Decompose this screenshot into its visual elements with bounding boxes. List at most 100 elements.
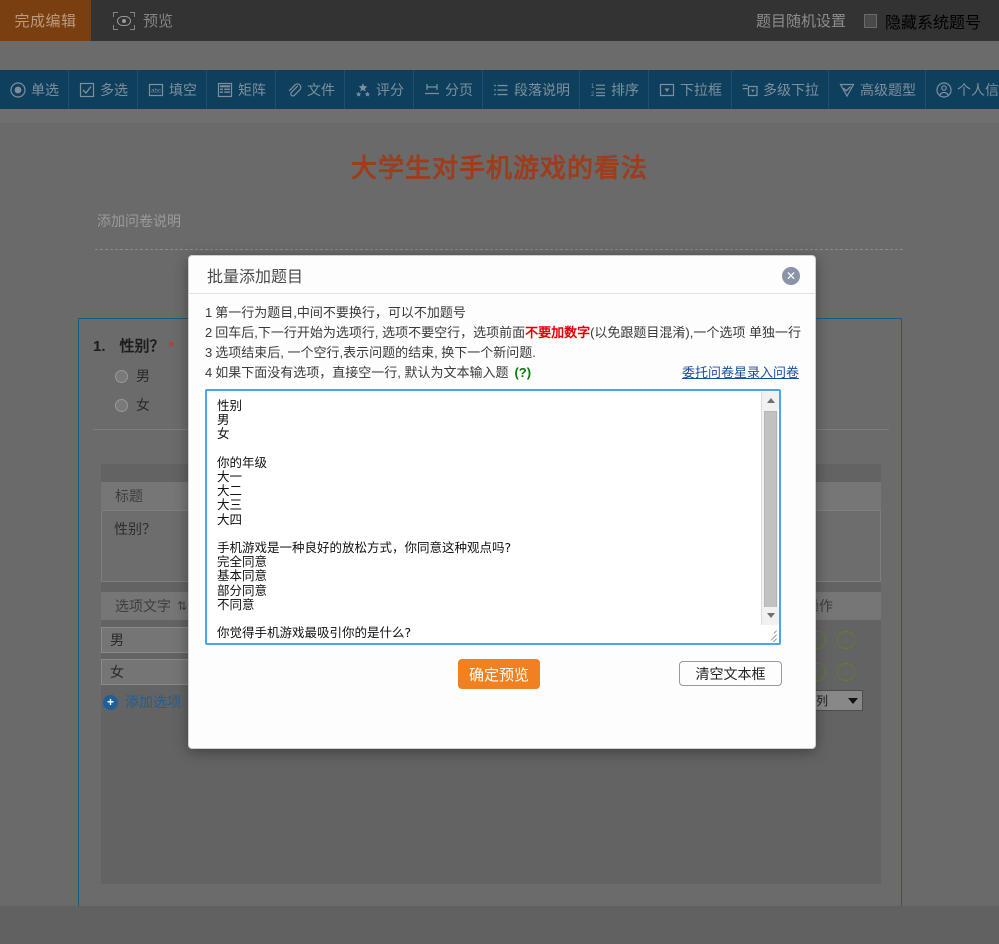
tool-dropdown[interactable]: 下拉框 xyxy=(649,70,732,109)
eye-icon xyxy=(113,11,135,30)
tool-label: 多选 xyxy=(100,81,128,98)
resize-handle[interactable] xyxy=(761,625,778,642)
tool-single-choice[interactable]: 单选 xyxy=(0,70,69,109)
row-actions: ↑ ↓ xyxy=(808,631,881,649)
tool-label: 下拉框 xyxy=(680,81,722,98)
tool-advanced-type[interactable]: 高级题型 xyxy=(829,70,926,109)
svg-text:2: 2 xyxy=(591,92,595,98)
tool-page-break[interactable]: 分页 xyxy=(414,70,483,109)
add-option-label: 添加选项 xyxy=(125,694,181,710)
option-text-column-label: 选项文字 ⇅ xyxy=(115,598,187,614)
abc-blank-icon: abc xyxy=(147,81,164,98)
bottom-strip xyxy=(0,906,999,944)
question-type-toolbar: 单选 多选 abc 填空 矩阵 文件 评分 分页 段落说明 1 2 排序 下拉框… xyxy=(0,70,999,109)
tool-multi-choice[interactable]: 多选 xyxy=(69,70,138,109)
option-label: 男 xyxy=(136,368,150,384)
close-icon[interactable]: ✕ xyxy=(782,267,800,285)
plus-icon: + xyxy=(103,694,118,710)
tool-label: 矩阵 xyxy=(238,81,266,98)
tool-label: 文件 xyxy=(307,81,335,98)
rule-warning-text: 不要加数字 xyxy=(525,325,591,340)
rule-number: 1 xyxy=(205,305,213,320)
question-option[interactable]: 男 xyxy=(115,366,150,386)
textarea-scrollbar[interactable] xyxy=(761,392,779,642)
tool-label: 分页 xyxy=(445,81,473,98)
tool-paragraph[interactable]: 段落说明 xyxy=(483,70,580,109)
rule-text: 选项结束后, 一个空行,表示问题的结束, 换下一个新问题. xyxy=(215,345,536,360)
tool-label: 填空 xyxy=(169,81,197,98)
confirm-preview-button[interactable]: 确定预览 xyxy=(458,659,540,689)
toolbar-bottom-strip xyxy=(0,109,999,123)
dialog-body: 1 第一行为题目,中间不要换行，可以不加题号 2 回车后,下一行开始为选项行, 选项… xyxy=(189,294,815,645)
question-number: 1. xyxy=(93,338,106,355)
tool-file[interactable]: 文件 xyxy=(276,70,345,109)
question-header: 1. 性别？ * xyxy=(93,335,174,356)
tool-fill-blank[interactable]: abc 填空 xyxy=(138,70,207,109)
divider xyxy=(95,249,903,250)
finish-edit-button[interactable]: 完成编辑 xyxy=(0,0,91,41)
rule-text: 回车后,下一行开始为选项行, 选项不要空行，选项前面 xyxy=(215,325,526,340)
tool-cascading-dropdown[interactable]: 多级下拉 xyxy=(732,70,829,109)
rule-line: 4 如果下面没有选项，直接空一行, 默认为文本输入题 (?) 委托问卷星录入问卷 xyxy=(205,363,799,383)
hide-system-number-label: 隐藏系统题号 xyxy=(884,14,981,32)
scroll-down-icon[interactable] xyxy=(762,607,779,624)
batch-questions-textarea[interactable]: 性别 男 女 你的年级 大一 大二 大三 大四 手机游戏是一种良好的放松方式，你… xyxy=(205,389,781,645)
question-option[interactable]: 女 xyxy=(115,395,150,415)
tool-label: 段落说明 xyxy=(514,81,570,98)
clear-textarea-button[interactable]: 清空文本框 xyxy=(679,661,782,686)
rule-text: 如果下面没有选项，直接空一行, 默认为文本输入题 xyxy=(215,365,509,380)
rule-line: 3 选项结束后, 一个空行,表示问题的结束, 换下一个新问题. xyxy=(205,343,799,363)
tool-label: 高级题型 xyxy=(860,81,916,98)
add-option-button[interactable]: + 添加选项 xyxy=(103,692,181,712)
cascading-dropdown-icon xyxy=(741,81,758,98)
radio-circle-icon xyxy=(9,81,26,98)
scrollbar-thumb[interactable] xyxy=(764,411,777,609)
rule-number: 4 xyxy=(205,365,213,380)
rule-text: 第一行为题目,中间不要换行，可以不加题号 xyxy=(215,305,466,320)
rule-line: 1 第一行为题目,中间不要换行，可以不加题号 xyxy=(205,303,799,323)
tool-matrix[interactable]: 矩阵 xyxy=(207,70,276,109)
tool-label: 单选 xyxy=(31,81,59,98)
rule-line: 2 回车后,下一行开始为选项行, 选项不要空行，选项前面不要加数字(以免跟题目混淆… xyxy=(205,323,801,343)
user-circle-icon xyxy=(935,81,952,98)
tool-label: 多级下拉 xyxy=(763,81,819,98)
row-actions: ↑ ↓ xyxy=(808,663,881,681)
random-settings-button[interactable]: 题目随机设置 xyxy=(756,10,846,31)
tool-sort[interactable]: 12 排序 xyxy=(580,70,649,109)
question-text: 性别？ xyxy=(119,338,165,355)
tool-rating[interactable]: 评分 xyxy=(345,70,414,109)
required-mark: * xyxy=(168,338,174,354)
paperclip-icon xyxy=(285,81,302,98)
survey-description-placeholder[interactable]: 添加问卷说明 xyxy=(97,211,181,231)
top-bar-right-group: 题目随机设置 隐藏系统题号 xyxy=(756,9,999,33)
ordered-list-icon: 12 xyxy=(589,81,606,98)
svg-text:1: 1 xyxy=(591,84,595,90)
rule-number: 2 xyxy=(205,325,213,340)
paragraph-lines-icon xyxy=(492,81,509,98)
move-down-icon[interactable]: ↓ xyxy=(837,663,855,681)
checkbox-icon[interactable] xyxy=(863,13,877,28)
radio-icon[interactable] xyxy=(115,369,128,383)
shield-check-icon xyxy=(838,81,855,98)
scroll-up-icon[interactable] xyxy=(762,392,779,409)
dialog-header: 批量添加题目 ✕ xyxy=(189,256,815,294)
page-break-icon xyxy=(423,81,440,98)
entrust-link[interactable]: 委托问卷星录入问卷 xyxy=(682,363,799,383)
move-down-icon[interactable]: ↓ xyxy=(837,631,855,649)
hide-system-number-toggle[interactable]: 隐藏系统题号 xyxy=(863,9,981,33)
preview-button[interactable]: 预览 xyxy=(113,10,173,31)
tool-label: 排序 xyxy=(611,81,639,98)
top-bar: 完成编辑 预览 题目随机设置 隐藏系统题号 xyxy=(0,0,999,41)
tool-personal-info[interactable]: 个人信息 xyxy=(926,70,999,109)
textarea-content: 性别 男 女 你的年级 大一 大二 大三 大四 手机游戏是一种良好的放松方式，你… xyxy=(217,399,512,639)
chevron-down-icon xyxy=(848,697,858,704)
top-divider-strip xyxy=(0,41,999,70)
help-marker[interactable]: (?) xyxy=(514,363,531,383)
radio-icon[interactable] xyxy=(115,398,128,412)
rule-number: 3 xyxy=(205,345,213,360)
matrix-grid-icon xyxy=(216,81,233,98)
sort-arrows-icon[interactable]: ⇅ xyxy=(177,599,187,613)
svg-text:abc: abc xyxy=(151,88,161,94)
dialog-title: 批量添加题目 xyxy=(207,268,304,286)
rule-text-tail: (以免跟题目混淆),一个选项 单独一行 xyxy=(590,325,801,340)
